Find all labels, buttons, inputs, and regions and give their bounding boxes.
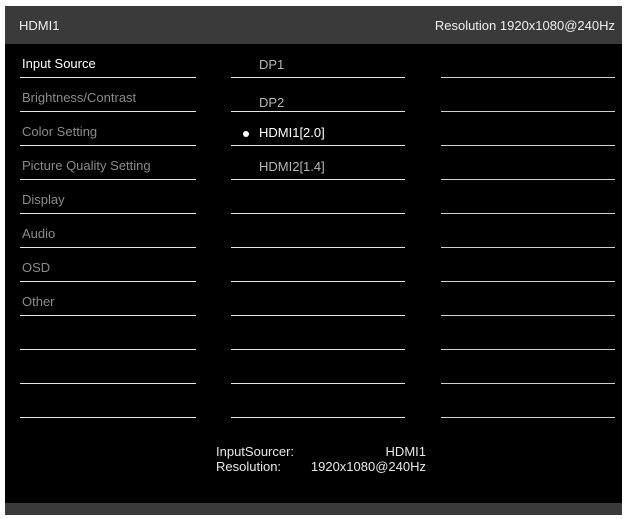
detail-empty-row	[441, 44, 615, 78]
submenu-empty-row	[231, 282, 405, 316]
status-info: InputSourcer: HDMI1 Resolution: 1920x108…	[216, 444, 426, 474]
option-hdmi1[interactable]: HDMI1[2.0]	[231, 112, 405, 146]
detail-empty-row	[441, 146, 615, 180]
detail-empty-row	[441, 384, 615, 418]
menu-item-other[interactable]: Other	[20, 282, 196, 316]
resolution-key: Resolution:	[216, 459, 282, 474]
detail-empty-row	[441, 214, 615, 248]
menu-item-color-setting[interactable]: Color Setting	[20, 112, 196, 146]
menu-empty-row	[20, 384, 196, 418]
menu-item-label: Input Source	[22, 56, 96, 71]
option-label: HDMI1[2.0]	[259, 125, 325, 140]
selected-bullet-icon	[243, 131, 249, 137]
option-hdmi2[interactable]: HDMI2[1.4]	[231, 146, 405, 180]
resolution-info: Resolution: 1920x1080@240Hz	[216, 459, 426, 474]
detail-empty-row	[441, 112, 615, 146]
submenu-empty-row	[231, 214, 405, 248]
option-dp1[interactable]: DP1	[231, 44, 405, 78]
detail-empty-row	[441, 180, 615, 214]
menu-item-label: Other	[22, 294, 55, 309]
osd-menu: HDMI1 Resolution 1920x1080@240Hz Input S…	[5, 6, 622, 515]
submenu-empty-row	[231, 180, 405, 214]
detail-empty-row	[441, 78, 615, 112]
submenu-empty-row	[231, 350, 405, 384]
detail-empty-row	[441, 350, 615, 384]
menu-item-label: OSD	[22, 260, 51, 275]
detail-empty-row	[441, 248, 615, 282]
menu-item-label: Display	[22, 192, 65, 207]
current-input-label: HDMI1	[19, 18, 60, 33]
menu-item-brightness-contrast[interactable]: Brightness/Contrast	[20, 78, 196, 112]
menu-item-audio[interactable]: Audio	[20, 214, 196, 248]
input-source-key: InputSourcer:	[216, 444, 295, 459]
submenu-empty-row	[231, 316, 405, 350]
osd-title-bar: HDMI1 Resolution 1920x1080@240Hz	[5, 6, 622, 44]
menu-item-label: Color Setting	[22, 124, 98, 139]
main-menu: Input Source Brightness/Contrast Color S…	[20, 44, 196, 418]
input-source-info: InputSourcer: HDMI1	[216, 444, 426, 459]
menu-item-input-source[interactable]: Input Source	[20, 44, 196, 78]
menu-empty-row	[20, 350, 196, 384]
submenu-empty-row	[231, 248, 405, 282]
row-divider	[231, 417, 405, 418]
menu-item-osd[interactable]: OSD	[20, 248, 196, 282]
row-divider	[20, 417, 196, 418]
resolution-value: 1920x1080@240Hz	[310, 459, 426, 474]
menu-item-label: Picture Quality Setting	[22, 158, 151, 173]
menu-item-label: Brightness/Contrast	[22, 90, 137, 105]
submenu-empty-row	[231, 384, 405, 418]
row-divider	[441, 417, 615, 418]
option-label: DP2	[259, 95, 285, 110]
detail-column	[441, 44, 615, 418]
current-resolution-label: Resolution 1920x1080@240Hz	[434, 18, 615, 33]
option-label: HDMI2[1.4]	[259, 159, 325, 174]
input-source-value: HDMI1	[385, 444, 426, 459]
option-label: DP1	[259, 57, 285, 72]
menu-item-picture-quality-setting[interactable]: Picture Quality Setting	[20, 146, 196, 180]
menu-empty-row	[20, 316, 196, 350]
menu-item-display[interactable]: Display	[20, 180, 196, 214]
osd-footer-bar	[5, 503, 622, 515]
menu-item-label: Audio	[22, 226, 56, 241]
option-dp2[interactable]: DP2	[231, 78, 405, 112]
input-source-submenu: DP1 DP2 HDMI1[2.0] HDMI2[1.4]	[231, 44, 405, 418]
detail-empty-row	[441, 316, 615, 350]
detail-empty-row	[441, 282, 615, 316]
